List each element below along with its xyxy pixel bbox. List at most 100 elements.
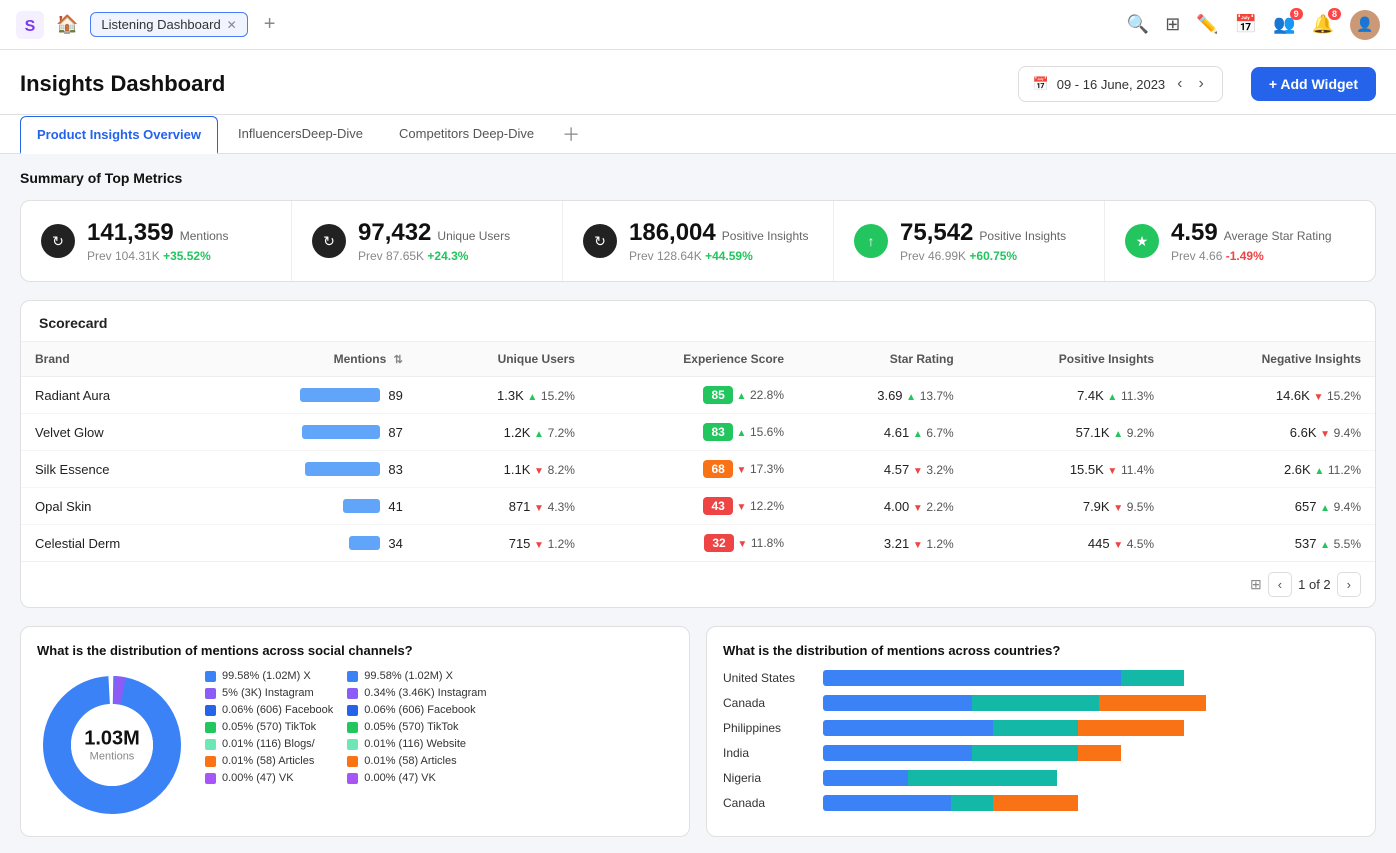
table-row: Velvet Glow 87 1.2K ▲ 7.2% 83 ▲ 15.6% 4.… <box>21 414 1375 451</box>
mentions-cell: 83 <box>205 451 417 488</box>
country-chart-title: What is the distribution of mentions acr… <box>723 643 1359 658</box>
pos-insights-2-prev: Prev 46.99K +60.75% <box>900 249 1066 263</box>
country-bar <box>823 720 1359 736</box>
metric-mentions-icon: ↻ <box>41 224 75 258</box>
donut-total: 1.03M <box>84 728 140 751</box>
mentions-prev: Prev 104.31K +35.52% <box>87 249 228 263</box>
unique-users-prev: Prev 87.65K +24.3% <box>358 249 510 263</box>
grid-icon[interactable]: ⊞ <box>1165 14 1180 35</box>
charts-row: What is the distribution of mentions acr… <box>20 626 1376 837</box>
date-range-label: 09 - 16 June, 2023 <box>1057 77 1165 92</box>
date-next-button[interactable]: › <box>1194 73 1207 95</box>
star-rating-cell: 4.61 ▲ 6.7% <box>798 414 968 451</box>
legend-item: 0.00% (47) VK <box>205 772 333 784</box>
mentions-number: 141,359 <box>87 219 174 247</box>
star-rating-cell: 3.21 ▼ 1.2% <box>798 525 968 562</box>
tab-competitors[interactable]: Competitors Deep-Dive <box>383 116 550 153</box>
legend-item: 99.58% (1.02M) X <box>205 670 333 682</box>
scorecard-section: Scorecard Brand Mentions ⇅ Unique Users … <box>20 300 1376 608</box>
unique-users-cell: 1.1K ▼ 8.2% <box>417 451 589 488</box>
mentions-cell: 89 <box>205 377 417 414</box>
search-icon[interactable]: 🔍 <box>1127 14 1149 35</box>
country-name: India <box>723 746 813 760</box>
country-row: Canada <box>723 795 1359 811</box>
tab-product-insights[interactable]: Product Insights Overview <box>20 116 218 154</box>
summary-title: Summary of Top Metrics <box>20 170 1376 186</box>
exp-score-cell: 83 ▲ 15.6% <box>589 414 798 451</box>
brand-cell: Radiant Aura <box>21 377 205 414</box>
brand-cell: Silk Essence <box>21 451 205 488</box>
donut-label: Mentions <box>84 751 140 763</box>
metric-pos1-icon: ↻ <box>583 224 617 258</box>
neg-insights-cell: 657 ▲ 9.4% <box>1168 488 1375 525</box>
pos-insights-2-label: Positive Insights <box>979 229 1066 243</box>
brand-cell: Velvet Glow <box>21 414 205 451</box>
legend-item: 0.05% (570) TikTok <box>205 721 333 733</box>
date-prev-button[interactable]: ‹ <box>1173 73 1186 95</box>
tabs-bar: Product Insights Overview InfluencersDee… <box>0 115 1396 154</box>
exp-score-cell: 68 ▼ 17.3% <box>589 451 798 488</box>
add-widget-button[interactable]: + Add Widget <box>1251 67 1376 101</box>
neg-insights-cell: 2.6K ▲ 11.2% <box>1168 451 1375 488</box>
edit-icon[interactable]: ✏️ <box>1196 14 1218 35</box>
pos-insights-1-prev: Prev 128.64K +44.59% <box>629 249 808 263</box>
pos-insights-cell: 57.1K ▲ 9.2% <box>968 414 1168 451</box>
users-icon[interactable]: 👥9 <box>1273 14 1295 35</box>
tab-influencers[interactable]: InfluencersDeep-Dive <box>222 116 379 153</box>
table-row: Silk Essence 83 1.1K ▼ 8.2% 68 ▼ 17.3% 4… <box>21 451 1375 488</box>
date-picker[interactable]: 📅 09 - 16 June, 2023 ‹ › <box>1018 66 1223 102</box>
user-avatar[interactable]: 👤 <box>1350 10 1380 40</box>
bell-icon[interactable]: 🔔8 <box>1312 14 1334 35</box>
listening-dashboard-tab[interactable]: Listening Dashboard ✕ <box>90 12 247 37</box>
calendar-small-icon: 📅 <box>1033 76 1049 92</box>
metric-star-rating: ★ 4.59 Average Star Rating Prev 4.66 -1.… <box>1105 201 1375 281</box>
legend-right: 99.58% (1.02M) X 0.34% (3.46K) Instagram 0… <box>347 670 486 784</box>
star-rating-cell: 4.00 ▼ 2.2% <box>798 488 968 525</box>
legend-item: 0.34% (3.46K) Instagram <box>347 687 486 699</box>
bell-badge: 8 <box>1328 8 1341 20</box>
add-tab-icon[interactable]: ＋ <box>554 115 588 153</box>
tab-close-icon[interactable]: ✕ <box>227 18 237 32</box>
country-bar <box>823 745 1359 761</box>
metric-star-icon: ★ <box>1125 224 1159 258</box>
pos-insights-cell: 7.9K ▼ 9.5% <box>968 488 1168 525</box>
home-icon[interactable]: 🏠 <box>56 14 78 35</box>
exp-score-cell: 43 ▼ 12.2% <box>589 488 798 525</box>
countries-card: What is the distribution of mentions acr… <box>706 626 1376 837</box>
legend-item: 5% (3K) Instagram <box>205 687 333 699</box>
calendar-icon[interactable]: 📅 <box>1235 14 1257 35</box>
grid-view-icon[interactable]: ⊞ <box>1250 576 1262 593</box>
unique-users-cell: 715 ▼ 1.2% <box>417 525 589 562</box>
prev-page-button[interactable]: ‹ <box>1268 572 1292 597</box>
mentions-cell: 41 <box>205 488 417 525</box>
star-rating-cell: 3.69 ▲ 13.7% <box>798 377 968 414</box>
country-bar <box>823 670 1359 686</box>
unique-users-label: Unique Users <box>437 229 510 243</box>
unique-users-number: 97,432 <box>358 219 431 247</box>
mentions-cell: 87 <box>205 414 417 451</box>
main-header: Insights Dashboard 📅 09 - 16 June, 2023 … <box>0 50 1396 115</box>
col-mentions[interactable]: Mentions ⇅ <box>205 342 417 377</box>
star-rating-label: Average Star Rating <box>1224 229 1332 243</box>
add-tab-button[interactable]: + <box>260 13 280 36</box>
col-neg-insights: Negative Insights <box>1168 342 1375 377</box>
legend-item: 0.05% (570) TikTok <box>347 721 486 733</box>
country-bar <box>823 770 1359 786</box>
unique-users-cell: 1.3K ▲ 15.2% <box>417 377 589 414</box>
col-star-rating: Star Rating <box>798 342 968 377</box>
social-channels-card: What is the distribution of mentions acr… <box>20 626 690 837</box>
legend-item: 99.58% (1.02M) X <box>347 670 486 682</box>
next-page-button[interactable]: › <box>1337 572 1361 597</box>
country-name: Nigeria <box>723 771 813 785</box>
metric-unique-users: ↻ 97,432 Unique Users Prev 87.65K +24.3% <box>292 201 563 281</box>
mentions-cell: 34 <box>205 525 417 562</box>
exp-score-cell: 32 ▼ 11.8% <box>589 525 798 562</box>
logo[interactable]: S <box>16 11 44 39</box>
country-bar <box>823 795 1359 811</box>
country-row: India <box>723 745 1359 761</box>
scorecard-title: Scorecard <box>21 301 1375 342</box>
exp-score-cell: 85 ▲ 22.8% <box>589 377 798 414</box>
country-bar <box>823 695 1359 711</box>
users-badge: 9 <box>1290 8 1303 20</box>
col-brand: Brand <box>21 342 205 377</box>
